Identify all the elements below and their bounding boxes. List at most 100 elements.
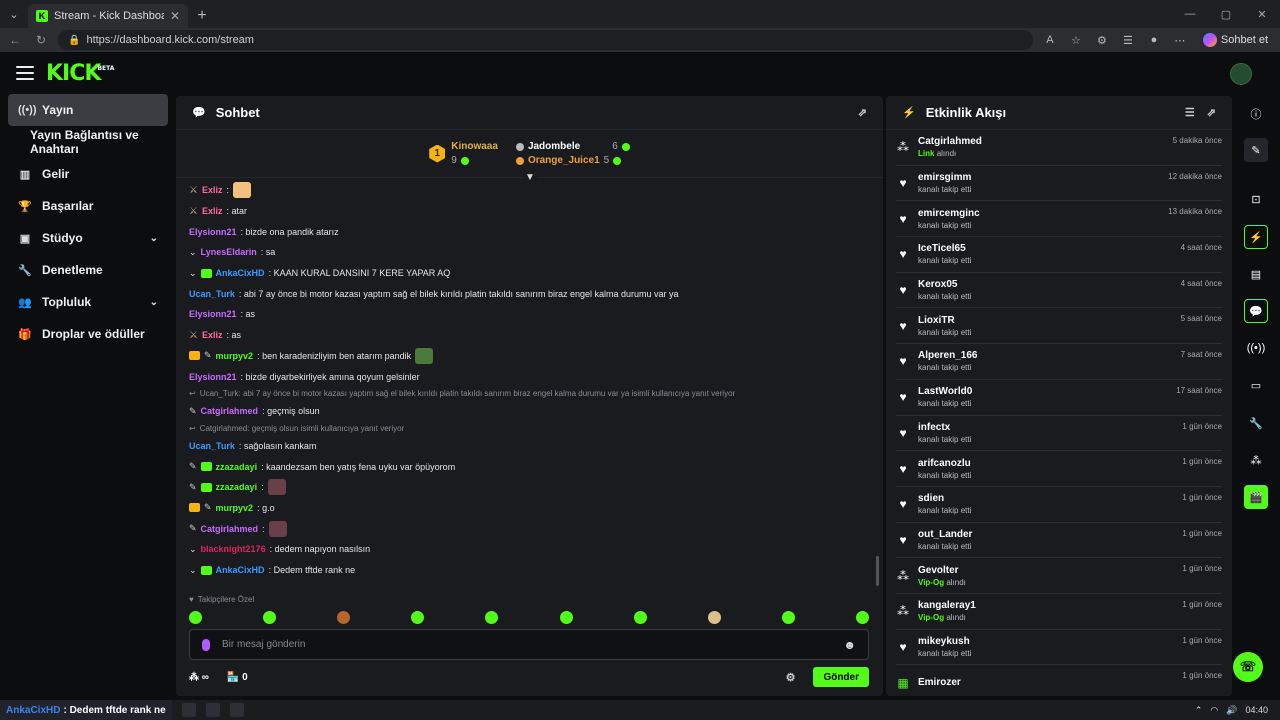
screen-capture-icon[interactable]: ⊡ — [1244, 187, 1268, 211]
activity-item[interactable]: ♥ LastWorld0 kanalı takip etti 17 saat önce — [896, 380, 1222, 416]
url-field[interactable]: 🔒 https://dashboard.kick.com/stream — [58, 30, 1033, 50]
copilot-chat-button[interactable]: Sohbet et — [1197, 33, 1274, 47]
more-icon[interactable]: ⋯ — [1171, 31, 1189, 49]
sidebar-item-droplar[interactable]: 🎁 Droplar ve ödüller — [8, 318, 168, 350]
emote-button[interactable] — [633, 611, 647, 624]
rewards-icon[interactable]: ⁂ — [1244, 448, 1268, 472]
store-icon[interactable]: 🏪 0 — [227, 672, 248, 683]
emote-button[interactable] — [485, 611, 499, 624]
minimize-icon[interactable]: — — [1172, 0, 1208, 28]
activity-item[interactable]: ▦ Emirozer 1 gün önce — [896, 665, 1222, 696]
chat-username[interactable]: Catgirlahmed — [201, 524, 259, 534]
chat-username[interactable]: Catgirlahmed — [201, 406, 259, 416]
chat-toggle-icon[interactable]: 💬 — [1244, 299, 1268, 323]
popout-icon[interactable]: ⇗ — [1207, 106, 1216, 119]
chat-username[interactable]: LynesEldarin — [201, 247, 257, 257]
chat-message[interactable]: ✎ Catgirlahmed: — [189, 518, 863, 539]
activity-item[interactable]: ♥ mikeykush kanalı takip etti 1 gün önce — [896, 630, 1222, 666]
activity-item[interactable]: ⁂ kangaleray1 Vip-Og alındı 1 gün önce — [896, 594, 1222, 630]
activity-item[interactable]: ♥ Kerox05 kanalı takip etti 4 saat önce — [896, 273, 1222, 309]
sidebar-item-yayin[interactable]: ((•)) Yayın — [8, 94, 168, 126]
chat-scrollbar[interactable] — [876, 556, 879, 586]
leader-third[interactable]: Orange_Juice1 5 — [515, 154, 630, 168]
chat-username[interactable]: Elysionn21 — [189, 309, 237, 319]
chat-username[interactable]: Exliz — [202, 330, 223, 340]
emote-button[interactable] — [263, 611, 277, 624]
clock[interactable]: 04:40 — [1245, 705, 1268, 715]
activity-item[interactable]: ♥ arifcanozlu kanalı takip etti 1 gün önce — [896, 451, 1222, 487]
chevron-down-icon[interactable]: ⌄ — [150, 233, 158, 244]
chat-message[interactable]: ✎ zzazadayi: — [189, 477, 863, 498]
activity-item[interactable]: ♥ emirsgimm kanalı takip etti 12 dakika önc… — [896, 166, 1222, 202]
taskbar-app-icon[interactable] — [205, 703, 220, 717]
new-tab-button[interactable]: + — [188, 4, 216, 28]
activity-item[interactable]: ♥ emircemginc kanalı takip etti 13 dakika ö… — [896, 201, 1222, 238]
chat-username[interactable]: Elysionn21 — [189, 372, 237, 382]
chat-message[interactable]: ⌄ AnkaCixHD: Dedem tftde rank ne — [189, 560, 863, 581]
edit-pencil-icon[interactable]: ✎ — [1244, 138, 1268, 162]
chat-message[interactable]: Ucan_Turk: sağolasın kankam — [189, 436, 863, 457]
collections-icon[interactable]: ☰ — [1119, 31, 1137, 49]
chat-username[interactable]: zzazadayi — [216, 482, 258, 492]
activity-item[interactable]: ⁂ Catgirlahmed Link alındı 5 dakika önce — [896, 130, 1222, 166]
emote-button[interactable] — [781, 611, 795, 624]
profile-icon[interactable]: ● — [1145, 31, 1163, 49]
chat-message[interactable]: ⚔ Exliz: as — [189, 325, 863, 346]
chat-message[interactable]: Elysionn21: as — [189, 304, 863, 325]
chat-username[interactable]: AnkaCixHD — [216, 565, 265, 575]
chat-message[interactable]: ⌄ AnkaCixHD: KAAN KURAL DANSINI 7 KERE YA… — [189, 263, 863, 284]
tab-list-chevron-icon[interactable]: ⌄ — [0, 0, 28, 28]
chat-message[interactable]: Elysionn21: bizde diyarbekirliyek amına … — [189, 366, 863, 387]
sidebar-item-gelir[interactable]: ▥ Gelir — [8, 158, 168, 190]
chat-message[interactable]: ⚔ Exliz: atar — [189, 201, 863, 222]
chat-username[interactable]: Exliz — [202, 185, 223, 195]
emote-button[interactable] — [411, 611, 425, 624]
chat-input[interactable] — [222, 639, 832, 650]
emote-button[interactable] — [337, 611, 351, 624]
leader-second[interactable]: Jadombele 6 — [515, 140, 630, 154]
sidebar-item-studyo[interactable]: ▣ Stüdyo ⌄ — [8, 222, 168, 254]
browser-tab[interactable]: K Stream - Kick Dashboard ✕ — [28, 4, 188, 28]
leader-first[interactable]: 1 Kinowaaa 9 — [429, 140, 498, 168]
activity-item[interactable]: ♥ IceTicel65 kanalı takip etti 4 saat önce — [896, 237, 1222, 273]
reply-context[interactable]: ↩ Catgirlahmed: geçmiş olsun isimli kulla… — [189, 422, 863, 436]
chat-message[interactable]: Ucan_Turk: abi 7 ay önce bi motor kazası… — [189, 283, 863, 304]
sidebar-item-topluluk[interactable]: 👥 Topluluk ⌄ — [8, 286, 168, 318]
kick-logo[interactable]: KICK BETA — [46, 61, 114, 86]
activity-lightning-icon[interactable]: ⚡ — [1244, 225, 1268, 249]
taskbar-app-icon[interactable] — [229, 703, 244, 717]
chat-message[interactable]: ✎ murpyv2: g.o — [189, 498, 863, 519]
chat-message[interactable]: ⌄ blacknight2176: dedem napıyon nasılsın — [189, 539, 863, 560]
emote-button[interactable] — [189, 611, 202, 624]
chevron-down-icon[interactable]: ⌄ — [150, 297, 158, 308]
chat-message[interactable]: ✎ zzazadayi: kaandezsam ben yatış fena uy… — [189, 456, 863, 477]
hamburger-menu-icon[interactable] — [16, 66, 34, 80]
taskbar-chat-ticker[interactable]: AnkaCixHD : Dedem tftde rank ne — [0, 700, 172, 720]
maximize-icon[interactable]: ▢ — [1208, 0, 1244, 28]
chat-username[interactable]: blacknight2176 — [201, 544, 266, 554]
activity-item[interactable]: ♥ sdien kanalı takip etti 1 gün önce — [896, 487, 1222, 523]
info-icon[interactable]: ⓘ — [1244, 102, 1268, 126]
chat-message[interactable]: ⌄ LynesEldarin: sa — [189, 242, 863, 263]
emote-button[interactable] — [855, 611, 869, 624]
read-aloud-icon[interactable]: A — [1041, 31, 1059, 49]
chat-username[interactable]: AnkaCixHD — [216, 268, 265, 278]
layout-icon[interactable]: ▭ — [1244, 373, 1268, 397]
support-chat-icon[interactable]: ☏ — [1233, 652, 1263, 682]
broadcast-toggle-icon[interactable]: ((•)) — [1244, 336, 1268, 360]
activity-item[interactable]: ⁂ Gevolter Vip-Og alındı 1 gün önce — [896, 558, 1222, 594]
send-button[interactable]: Gönder — [813, 667, 869, 687]
chevron-up-icon[interactable]: ⌃ — [1195, 705, 1203, 716]
chat-username[interactable]: murpyv2 — [216, 503, 254, 513]
filter-icon[interactable]: ☰ — [1185, 106, 1195, 119]
reload-icon[interactable]: ↻ — [32, 31, 50, 49]
microphone-icon[interactable] — [202, 638, 210, 651]
chat-username[interactable]: murpyv2 — [216, 351, 254, 361]
chat-settings-gear-icon[interactable]: ⚙ — [786, 671, 796, 684]
extensions-icon[interactable]: ⚙ — [1093, 31, 1111, 49]
notes-icon[interactable]: ▤ — [1244, 262, 1268, 286]
chat-message[interactable]: ✎ murpyv2: ben karadenizliyim ben atarım … — [189, 346, 863, 367]
kicks-balance-icon[interactable]: ⁂ ∞ — [189, 672, 209, 683]
activity-item[interactable]: ♥ infectx kanalı takip etti 1 gün önce — [896, 416, 1222, 452]
emote-button[interactable] — [707, 611, 721, 624]
